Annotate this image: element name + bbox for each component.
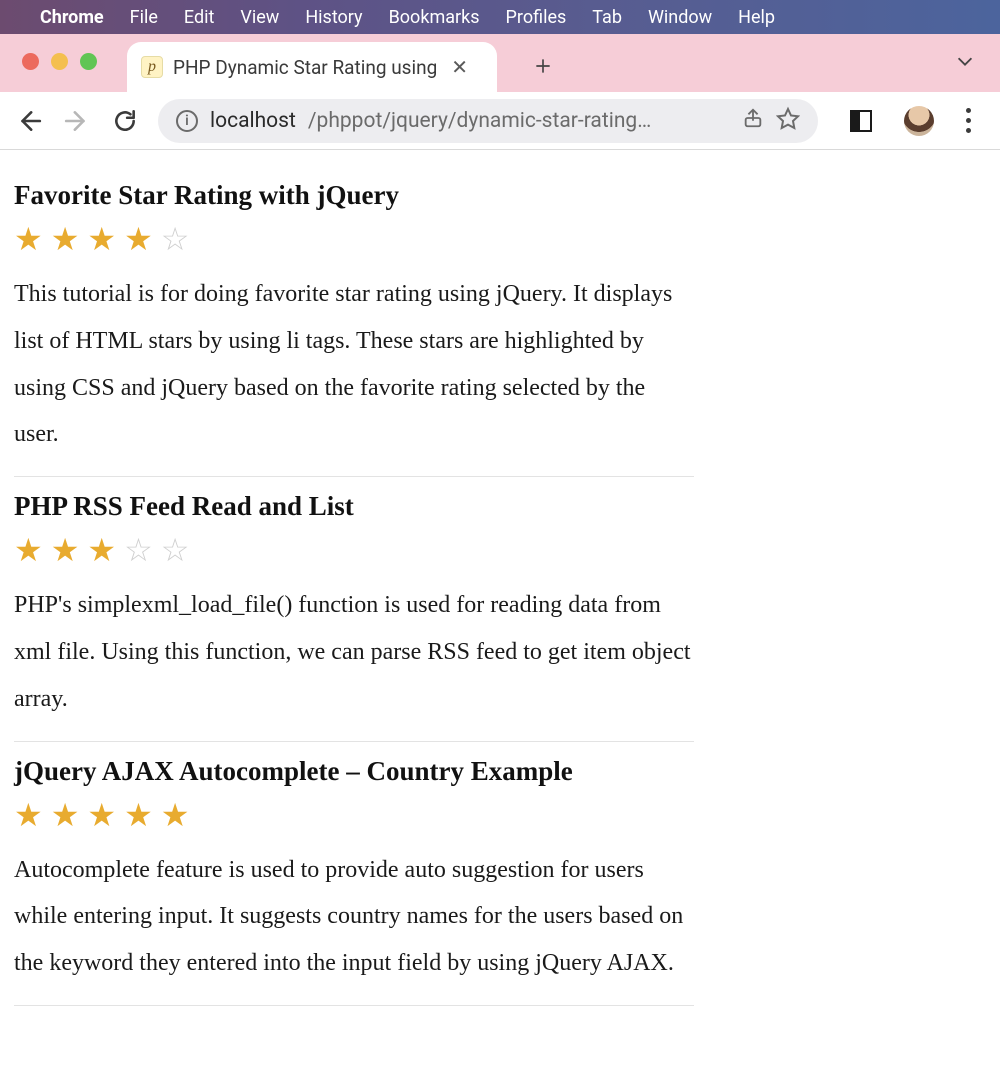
share-icon — [742, 107, 764, 129]
star-filled-icon[interactable]: ★ — [124, 223, 153, 255]
menubar-view[interactable]: View — [240, 7, 279, 28]
chevron-down-icon — [954, 50, 976, 72]
menubar-tab[interactable]: Tab — [592, 7, 622, 28]
star-empty-icon[interactable]: ☆ — [161, 223, 190, 255]
menubar-file[interactable]: File — [130, 7, 158, 28]
star-filled-icon[interactable]: ★ — [51, 223, 80, 255]
window-minimize-button[interactable] — [51, 53, 68, 70]
reload-button[interactable] — [110, 106, 140, 136]
chrome-menu-button[interactable] — [966, 108, 971, 133]
window-zoom-button[interactable] — [80, 53, 97, 70]
bookmark-button[interactable] — [776, 106, 800, 136]
article-title: PHP RSS Feed Read and List — [14, 491, 694, 522]
window-controls — [22, 53, 97, 70]
star-filled-icon[interactable]: ★ — [124, 799, 153, 831]
star-filled-icon[interactable]: ★ — [14, 223, 43, 255]
arrow-right-icon — [64, 108, 90, 134]
page-content: Favorite Star Rating with jQuery★★★★☆Thi… — [0, 150, 1000, 1046]
menubar-bookmarks[interactable]: Bookmarks — [389, 7, 480, 28]
browser-toolbar: i localhost/phppot/jquery/dynamic-star-r… — [0, 92, 1000, 150]
article: jQuery AJAX Autocomplete – Country Examp… — [14, 742, 694, 1006]
menubar-profiles[interactable]: Profiles — [506, 7, 567, 28]
menubar-window[interactable]: Window — [648, 7, 712, 28]
article-description: PHP's simplexml_load_file() function is … — [14, 582, 694, 722]
star-rating[interactable]: ★★★★★ — [14, 799, 694, 831]
article: PHP RSS Feed Read and List★★★☆☆PHP's sim… — [14, 477, 694, 741]
forward-button[interactable] — [62, 106, 92, 136]
menubar-app[interactable]: Chrome — [40, 7, 104, 28]
star-filled-icon[interactable]: ★ — [14, 799, 43, 831]
article-description: Autocomplete feature is used to provide … — [14, 847, 694, 987]
article-description: This tutorial is for doing favorite star… — [14, 271, 694, 458]
star-outline-icon — [776, 106, 800, 130]
tab-title: PHP Dynamic Star Rating using — [173, 56, 437, 79]
share-button[interactable] — [742, 107, 764, 135]
star-filled-icon[interactable]: ★ — [87, 534, 116, 566]
tab-close-icon[interactable]: ✕ — [451, 55, 468, 79]
url-path: /phppot/jquery/dynamic-star-rating… — [308, 109, 651, 133]
article-title: jQuery AJAX Autocomplete – Country Examp… — [14, 756, 694, 787]
dot-icon — [966, 118, 971, 123]
site-info-icon[interactable]: i — [176, 110, 198, 132]
star-rating[interactable]: ★★★★☆ — [14, 223, 694, 255]
star-filled-icon[interactable]: ★ — [161, 799, 190, 831]
star-filled-icon[interactable]: ★ — [14, 534, 43, 566]
macos-menubar: Chrome File Edit View History Bookmarks … — [0, 0, 1000, 34]
arrow-left-icon — [16, 108, 42, 134]
back-button[interactable] — [14, 106, 44, 136]
menubar-history[interactable]: History — [305, 7, 362, 28]
plus-icon — [533, 56, 553, 76]
dot-icon — [966, 108, 971, 113]
article: Favorite Star Rating with jQuery★★★★☆Thi… — [14, 180, 694, 477]
browser-tab[interactable]: p PHP Dynamic Star Rating using ✕ — [127, 42, 497, 92]
dot-icon — [966, 128, 971, 133]
tabs-menu-button[interactable] — [954, 50, 976, 76]
star-empty-icon[interactable]: ☆ — [124, 534, 153, 566]
star-filled-icon[interactable]: ★ — [87, 799, 116, 831]
star-filled-icon[interactable]: ★ — [51, 534, 80, 566]
star-filled-icon[interactable]: ★ — [87, 223, 116, 255]
menubar-edit[interactable]: Edit — [184, 7, 214, 28]
article-title: Favorite Star Rating with jQuery — [14, 180, 694, 211]
menubar-help[interactable]: Help — [738, 7, 775, 28]
side-panel-toggle-icon[interactable] — [850, 110, 872, 132]
star-filled-icon[interactable]: ★ — [51, 799, 80, 831]
profile-avatar[interactable] — [904, 106, 934, 136]
star-rating[interactable]: ★★★☆☆ — [14, 534, 694, 566]
star-empty-icon[interactable]: ☆ — [161, 534, 190, 566]
window-close-button[interactable] — [22, 53, 39, 70]
favicon-letter: p — [148, 58, 156, 76]
new-tab-button[interactable] — [523, 46, 563, 86]
browser-tabstrip: p PHP Dynamic Star Rating using ✕ — [0, 34, 1000, 92]
address-bar[interactable]: i localhost/phppot/jquery/dynamic-star-r… — [158, 99, 818, 143]
url-host: localhost — [210, 109, 296, 133]
reload-icon — [112, 108, 138, 134]
tab-favicon-icon: p — [141, 56, 163, 78]
